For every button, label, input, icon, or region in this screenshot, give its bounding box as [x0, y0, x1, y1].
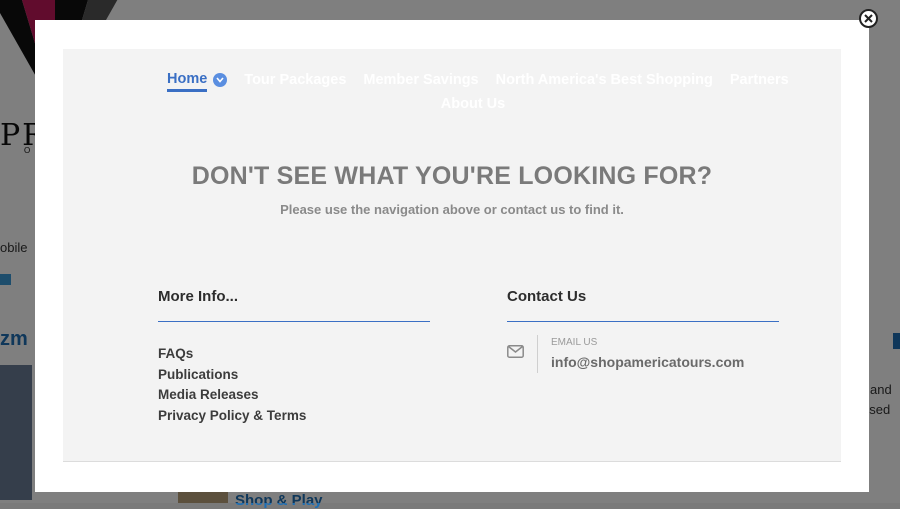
- link-faqs[interactable]: FAQs: [158, 344, 430, 365]
- contact-title: Contact Us: [507, 288, 779, 322]
- nav-row: Home Tour Packages Member Savings North …: [163, 68, 789, 92]
- nav-item-home-wrap: Home: [167, 68, 228, 92]
- link-publications[interactable]: Publications: [158, 365, 430, 386]
- more-info-section: More Info... FAQs Publications Media Rel…: [158, 288, 430, 426]
- envelope-icon: [507, 335, 537, 373]
- nav-row: About Us: [163, 92, 783, 116]
- nav-item-home[interactable]: Home: [167, 69, 208, 92]
- more-info-links: FAQs Publications Media Releases Privacy…: [158, 344, 430, 426]
- close-icon: [864, 14, 873, 23]
- link-privacy-policy[interactable]: Privacy Policy & Terms: [158, 406, 430, 427]
- nav-item-about-us[interactable]: About Us: [441, 92, 505, 116]
- contact-email-block: EMAIL US info@shopamericatours.com: [507, 335, 779, 373]
- page-title: DON'T SEE WHAT YOU'RE LOOKING FOR?: [191, 162, 713, 190]
- modal-panel: Home Tour Packages Member Savings North …: [63, 49, 841, 462]
- contact-section: Contact Us EMAIL US info@shopamericatour…: [507, 288, 779, 373]
- link-media-releases[interactable]: Media Releases: [158, 385, 430, 406]
- contact-email-link[interactable]: info@shopamericatours.com: [551, 354, 744, 370]
- nav-item-tour-packages[interactable]: Tour Packages: [244, 68, 346, 92]
- nav-item-best-shopping[interactable]: North America's Best Shopping: [496, 68, 713, 92]
- modal-dialog: Home Tour Packages Member Savings North …: [35, 20, 869, 492]
- close-button[interactable]: [859, 9, 878, 28]
- contact-label: EMAIL US: [551, 337, 598, 348]
- contact-body: EMAIL US info@shopamericatours.com: [537, 335, 744, 373]
- more-info-title: More Info...: [158, 288, 430, 322]
- chevron-down-icon[interactable]: [213, 73, 228, 87]
- page-subtitle: Please use the navigation above or conta…: [280, 202, 624, 217]
- nav-item-partners[interactable]: Partners: [730, 68, 789, 92]
- main-nav: Home Tour Packages Member Savings North …: [163, 68, 789, 116]
- nav-item-member-savings[interactable]: Member Savings: [363, 68, 478, 92]
